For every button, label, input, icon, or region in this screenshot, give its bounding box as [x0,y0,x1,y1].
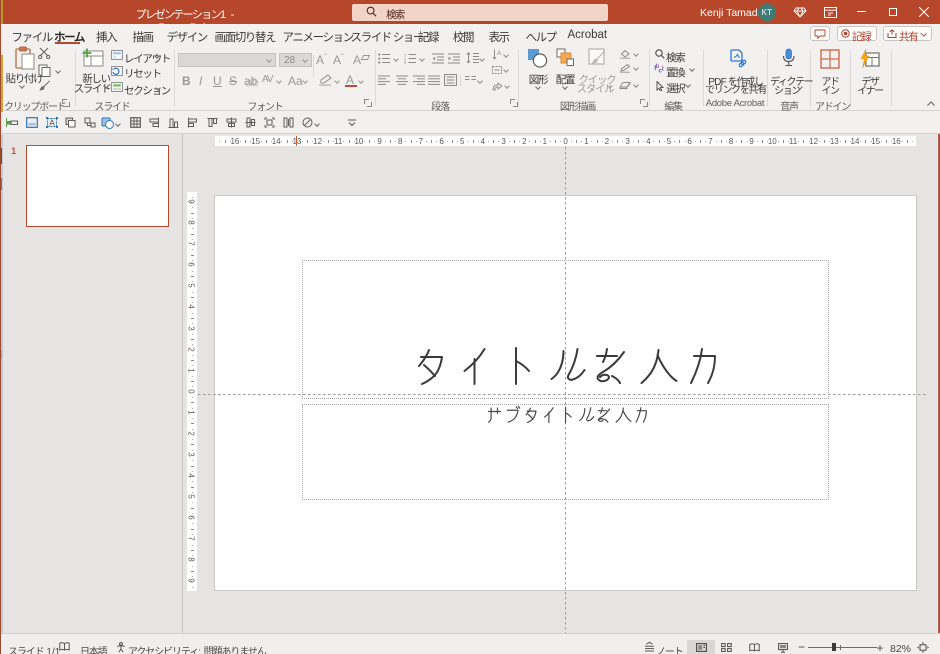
svg-text:3: 3 [404,60,407,64]
svg-text:A: A [497,50,502,57]
svg-text:A: A [49,118,55,127]
